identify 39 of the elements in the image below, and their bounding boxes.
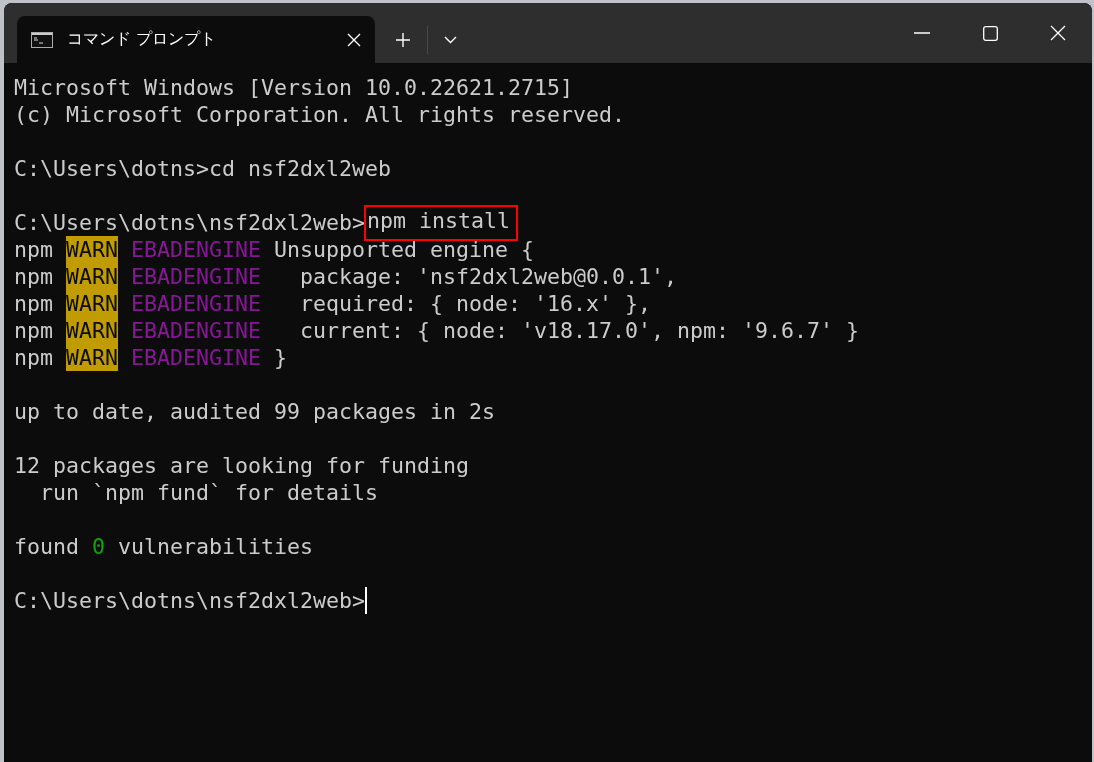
- warn-label: WARN: [66, 263, 119, 290]
- console-text: Microsoft Windows [Version 10.0.22621.2715]: [14, 74, 574, 101]
- console-text: (c) Microsoft Corporation. All rights reserved.: [14, 101, 626, 128]
- console-text: 12 packages are looking for funding: [14, 452, 470, 479]
- warn-label: WARN: [66, 344, 119, 371]
- console-text: npm: [14, 263, 54, 290]
- error-code: EBADENGINE: [131, 344, 262, 371]
- error-code: EBADENGINE: [131, 263, 262, 290]
- warn-label: WARN: [66, 236, 119, 263]
- console-text: required: { node: '16.x' },: [299, 290, 652, 317]
- tab[interactable]: コマンド プロンプト: [17, 16, 375, 63]
- tab-title: コマンド プロンプト: [67, 29, 218, 50]
- console-text: npm: [14, 236, 54, 263]
- console-text: run `npm fund` for details: [39, 479, 378, 506]
- console-text: vulnerabilities: [117, 533, 314, 560]
- highlighted-command: npm install: [366, 206, 517, 239]
- console-text: }: [273, 344, 288, 371]
- dropdown-icon[interactable]: [444, 35, 457, 44]
- console-text: Unsupported engine {: [273, 236, 535, 263]
- console-text: up to date, audited 99 packages in 2s: [14, 398, 496, 425]
- text-cursor: [365, 587, 367, 614]
- console-text: package: 'nsf2dxl2web@0.0.1',: [299, 263, 678, 290]
- command-prompt-icon: [31, 31, 53, 48]
- console-text: C:\Users\dotns\nsf2dxl2web>: [14, 587, 365, 614]
- console-text: npm: [14, 317, 54, 344]
- warn-label: WARN: [66, 290, 119, 317]
- console-text: npm: [14, 290, 54, 317]
- error-code: EBADENGINE: [131, 290, 262, 317]
- vulnerability-count: 0: [92, 533, 106, 560]
- error-code: EBADENGINE: [131, 236, 262, 263]
- close-tab-icon[interactable]: [347, 32, 361, 47]
- warn-label: WARN: [66, 317, 119, 344]
- new-tab-icon[interactable]: [395, 31, 411, 48]
- console-text: C:\Users\dotns\nsf2dxl2web>: [14, 209, 365, 236]
- console-text: found: [14, 533, 80, 560]
- console-text: current: { node: 'v18.17.0', npm: '9.6.7' }: [299, 317, 860, 344]
- console-text: C:\Users\dotns>cd nsf2dxl2web: [14, 155, 391, 182]
- error-code: EBADENGINE: [131, 317, 262, 344]
- console-text: npm: [14, 344, 54, 371]
